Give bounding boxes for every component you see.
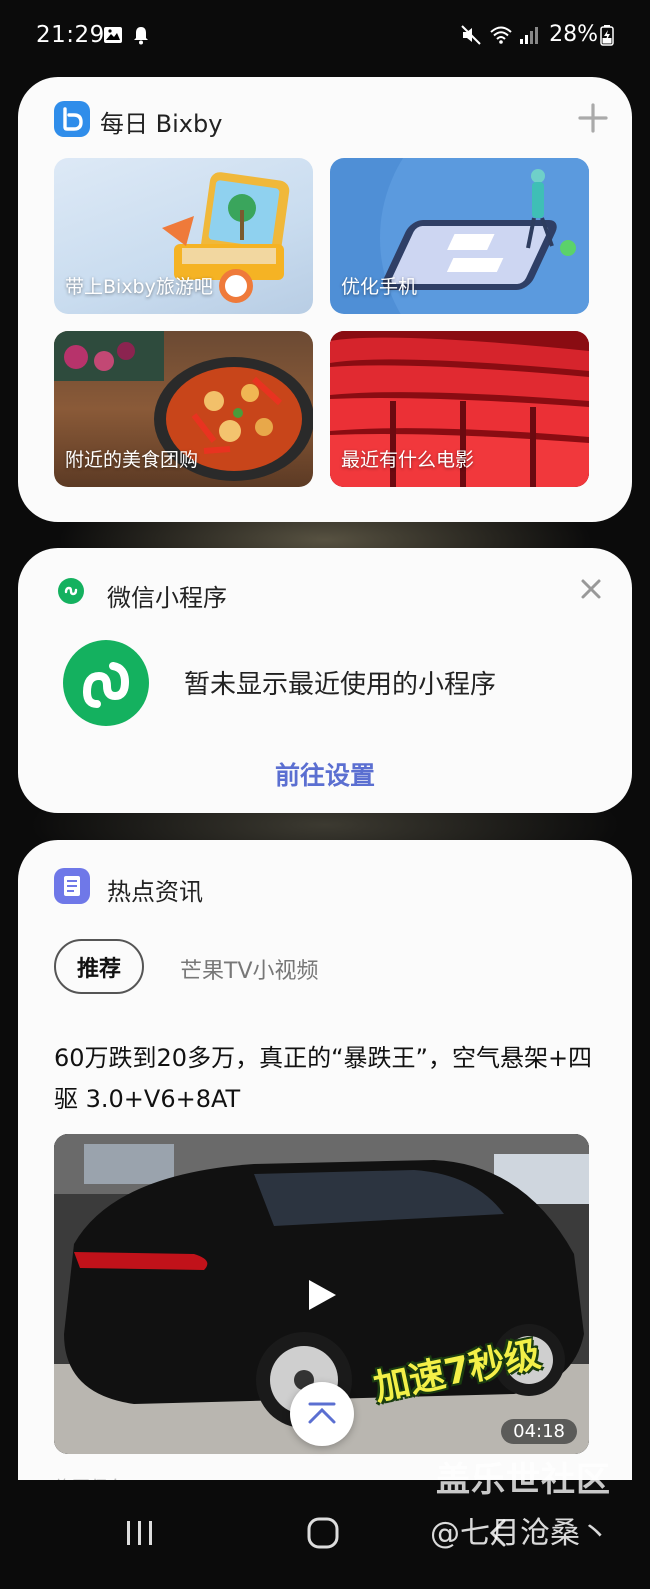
mini-program-card-title: 微信小程序 <box>107 584 227 612</box>
tab-recommended[interactable]: 推荐 <box>54 939 144 994</box>
tile-optimize-phone[interactable]: 优化手机 <box>330 158 589 314</box>
tile-label: 带上Bixby旅游吧 <box>65 276 213 298</box>
news-icon <box>54 868 90 904</box>
tile-recent-movies[interactable]: 最近有什么电影 <box>330 331 589 487</box>
tile-label: 附近的美食团购 <box>65 449 199 471</box>
tab-mango-tv-short-video[interactable]: 芒果TV小视频 <box>180 953 319 985</box>
bixby-logo-icon <box>54 101 90 137</box>
tile-nearby-food[interactable]: 附近的美食团购 <box>54 331 313 487</box>
gallery-icon <box>104 27 122 43</box>
status-time: 21:29 <box>36 22 105 48</box>
wechat-mini-program-large-icon <box>63 640 149 726</box>
mute-icon <box>461 25 481 45</box>
bixby-card-title: 每日 Bixby <box>100 110 223 138</box>
tile-label: 最近有什么电影 <box>341 449 475 471</box>
status-bar: 21:29 28% <box>0 0 650 72</box>
tile-bixby-travel[interactable]: 带上Bixby旅游吧 <box>54 158 313 314</box>
signal-icon <box>520 27 538 44</box>
chevron-up-icon <box>308 1402 336 1424</box>
watermark-community: 盖乐世社区 <box>436 1460 611 1500</box>
battery-icon <box>600 25 614 46</box>
news-card-title: 热点资讯 <box>107 878 203 906</box>
home-icon[interactable] <box>306 1516 340 1550</box>
recent-apps-icon[interactable] <box>124 1518 156 1548</box>
close-icon[interactable] <box>580 578 602 600</box>
news-headline[interactable]: 60万跌到20多万，真正的“暴跌王”，空气悬架+四驱 3.0+V6+8AT <box>54 1038 594 1120</box>
wifi-icon <box>490 26 512 44</box>
bixby-widget-card: 每日 Bixby 带上Bixby旅游吧 优化手机 附近的美食团购 最近有什么电影 <box>18 77 632 522</box>
notification-bell-icon <box>134 27 148 45</box>
tile-label: 优化手机 <box>341 276 418 298</box>
add-icon[interactable] <box>576 101 610 135</box>
watermark-author: @七月沧桑丶 <box>430 1516 610 1551</box>
empty-state-message: 暂未显示最近使用的小程序 <box>184 670 497 700</box>
wechat-mini-program-card: 微信小程序 暂未显示最近使用的小程序 前往设置 <box>18 548 632 813</box>
go-to-settings-link[interactable]: 前往设置 <box>18 756 632 792</box>
video-duration: 04:18 <box>501 1419 577 1444</box>
battery-percentage: 28% <box>549 22 598 47</box>
scroll-to-top-button[interactable] <box>290 1382 354 1446</box>
wechat-mini-program-icon <box>58 578 84 604</box>
